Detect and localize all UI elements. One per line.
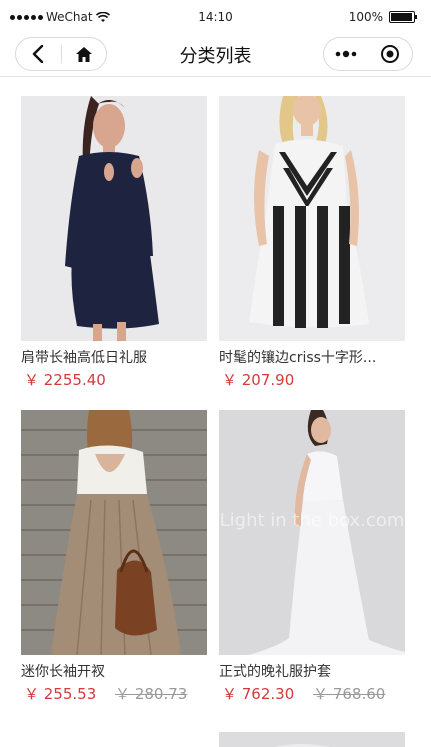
battery-icon bbox=[389, 11, 417, 23]
product-name: 肩带长袖高低日礼服 bbox=[21, 350, 147, 366]
nav-right-capsule bbox=[323, 37, 413, 71]
battery-percent: 100% bbox=[348, 10, 383, 24]
product-card[interactable]: 肩带长袖高低日礼服 ￥ 2255.40 bbox=[21, 96, 207, 390]
product-price: ￥ 255.53 bbox=[24, 685, 97, 703]
product-price: ￥ 762.30 bbox=[222, 685, 295, 703]
product-image: Light in the box.com bbox=[219, 410, 405, 655]
product-old-price: ￥ 280.73 bbox=[115, 685, 188, 703]
product-image bbox=[219, 732, 405, 747]
product-image bbox=[21, 410, 207, 655]
more-button[interactable] bbox=[324, 38, 368, 70]
product-card[interactable] bbox=[219, 732, 405, 747]
more-icon bbox=[335, 50, 357, 58]
product-card[interactable]: 时髦的镶边criss十字形... ￥ 207.90 bbox=[219, 96, 405, 390]
product-name: 时髦的镶边criss十字形... bbox=[219, 350, 377, 366]
product-prices: ￥ 762.30 ￥ 768.60 bbox=[219, 684, 405, 704]
close-mini-program-button[interactable] bbox=[368, 38, 412, 70]
product-image bbox=[21, 96, 207, 341]
status-right: 100% bbox=[348, 10, 417, 24]
product-card[interactable]: 迷你长袖开衩 ￥ 255.53 ￥ 280.73 bbox=[21, 410, 207, 704]
product-image bbox=[219, 96, 405, 341]
product-prices: ￥ 255.53 ￥ 280.73 bbox=[21, 684, 207, 704]
product-card[interactable]: Light in the box.com 正式的晚礼服护套 ￥ 762.30 ￥… bbox=[219, 410, 405, 704]
product-old-price: ￥ 768.60 bbox=[313, 685, 386, 703]
navigation-bar: 分类列表 bbox=[0, 34, 431, 77]
product-prices: ￥ 2255.40 bbox=[21, 370, 207, 390]
close-mini-program-icon bbox=[381, 45, 399, 63]
svg-text:Light in the box.com: Light in the box.com bbox=[220, 510, 405, 531]
product-price: ￥ 207.90 bbox=[222, 371, 295, 389]
product-name: 正式的晚礼服护套 bbox=[219, 664, 331, 680]
status-bar: WeChat 14:10 100% bbox=[0, 0, 431, 34]
product-name: 迷你长袖开衩 bbox=[21, 664, 105, 680]
phone-screen: WeChat 14:10 100% 分类列表 肩带长袖高低日礼服 ￥ 2255.… bbox=[0, 0, 431, 747]
product-price: ￥ 2255.40 bbox=[24, 371, 106, 389]
product-prices: ￥ 207.90 bbox=[219, 370, 405, 390]
